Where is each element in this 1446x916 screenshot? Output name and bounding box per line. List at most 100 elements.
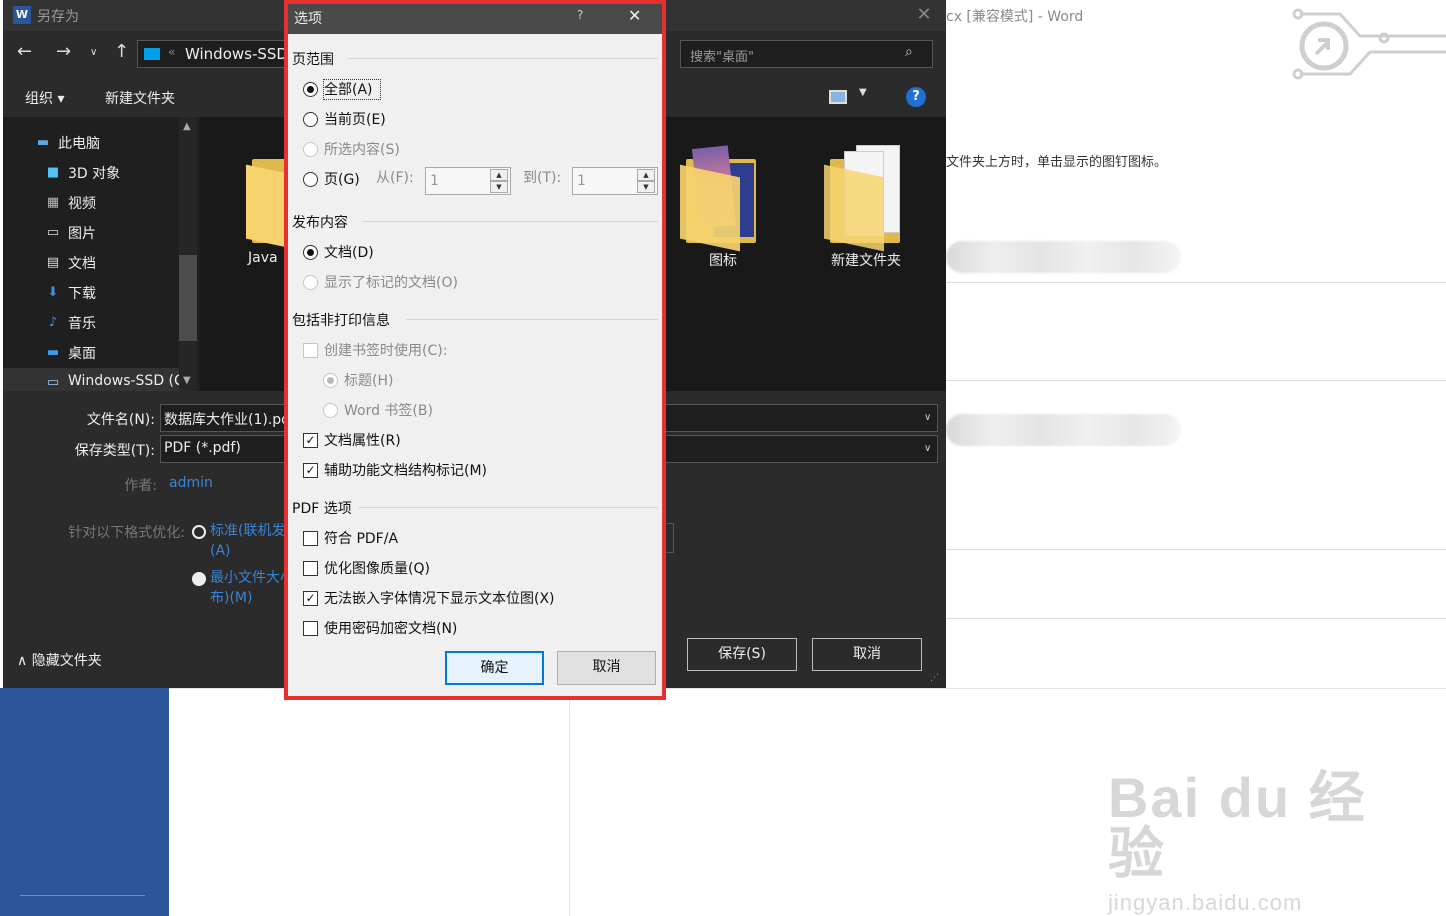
author-value[interactable]: admin bbox=[169, 475, 213, 491]
hide-folders-toggle[interactable]: ∧ 隐藏文件夹 bbox=[17, 650, 102, 670]
bookmarks-headings-radio[interactable] bbox=[323, 373, 338, 388]
encrypt-label[interactable]: 使用密码加密文档(N) bbox=[324, 620, 457, 638]
search-icon: ⌕ bbox=[905, 44, 913, 60]
page-range-pages-radio[interactable] bbox=[303, 172, 318, 187]
encrypt-checkbox[interactable] bbox=[303, 621, 318, 636]
new-folder-button[interactable]: 新建文件夹 bbox=[105, 88, 175, 108]
page-range-all-radio[interactable] bbox=[303, 82, 318, 97]
to-page-stepper[interactable]: 1 ▲ ▼ bbox=[572, 167, 658, 195]
nav-item-pictures[interactable]: ▭ 图片 bbox=[3, 218, 181, 248]
divider bbox=[946, 282, 1446, 283]
nav-item-downloads[interactable]: ⬇ 下载 bbox=[3, 278, 181, 308]
page-range-selection-label: 所选内容(S) bbox=[324, 142, 400, 158]
save-button[interactable]: 保存(S) bbox=[687, 638, 797, 671]
chevron-down-icon[interactable]: ∨ bbox=[924, 412, 931, 423]
spin-up-icon[interactable]: ▲ bbox=[490, 169, 508, 181]
nav-item-video[interactable]: ▦ 视频 bbox=[3, 188, 181, 218]
view-options-icon[interactable] bbox=[829, 90, 847, 104]
search-input[interactable]: 搜索"桌面" ⌕ bbox=[680, 40, 933, 68]
nav-item-label: 文档 bbox=[68, 256, 96, 272]
publish-what-heading: 发布内容 bbox=[292, 215, 348, 231]
page-range-selection-radio[interactable] bbox=[303, 142, 318, 157]
to-page-value: 1 bbox=[577, 173, 586, 189]
computer-icon bbox=[144, 48, 160, 60]
nav-item-documents[interactable]: ▤ 文档 bbox=[3, 248, 181, 278]
options-title: 选项 bbox=[294, 11, 322, 27]
doc-properties-label[interactable]: 文档属性(R) bbox=[324, 432, 401, 450]
folder-new[interactable] bbox=[822, 137, 912, 252]
spin-down-icon[interactable]: ▼ bbox=[490, 181, 508, 193]
organize-button[interactable]: 组织 ▾ bbox=[25, 88, 64, 108]
doc-properties-checkbox[interactable]: ✓ bbox=[303, 433, 318, 448]
spin-up-icon[interactable]: ▲ bbox=[637, 169, 655, 181]
word-app-icon: W bbox=[13, 6, 31, 24]
help-icon[interactable]: ? bbox=[577, 8, 583, 22]
close-icon[interactable]: ✕ bbox=[909, 2, 939, 28]
nav-item-label: 3D 对象 bbox=[68, 166, 121, 182]
up-arrow-icon[interactable]: ↑ bbox=[114, 41, 129, 62]
structure-tags-label[interactable]: 辅助功能文档结构标记(M) bbox=[324, 462, 487, 480]
from-page-stepper[interactable]: 1 ▲ ▼ bbox=[425, 167, 511, 195]
baidu-watermark: Bai du 经验 jingyan.baidu.com bbox=[1108, 770, 1368, 916]
chevron-down-icon[interactable]: ∨ bbox=[924, 443, 931, 454]
publish-document-label[interactable]: 文档(D) bbox=[324, 244, 374, 262]
navigation-pane: ▬ 此电脑 ■ 3D 对象 ▦ 视频 ▭ 图片 ▤ 文档 ⬇ 下载 ♪ 音乐 ▬ bbox=[3, 117, 200, 398]
resize-grip-icon[interactable]: ⋰ bbox=[930, 673, 939, 683]
bitmap-text-label[interactable]: 无法嵌入字体情况下显示文本位图(X) bbox=[324, 590, 555, 608]
nav-item-music[interactable]: ♪ 音乐 bbox=[3, 308, 181, 338]
optimize-image-label[interactable]: 优化图像质量(Q) bbox=[324, 560, 430, 578]
back-arrow-icon[interactable]: ← bbox=[17, 41, 32, 62]
divider bbox=[946, 618, 1446, 619]
chevron-down-icon[interactable]: ▼ bbox=[859, 87, 867, 98]
divider bbox=[946, 380, 1446, 381]
address-bar[interactable]: « Windows-SSD (C:) › bbox=[137, 40, 331, 68]
pdfa-label[interactable]: 符合 PDF/A bbox=[324, 530, 398, 548]
recent-locations-chevron-icon[interactable]: ∨ bbox=[90, 47, 97, 58]
close-icon[interactable]: ✕ bbox=[628, 6, 641, 25]
nav-item-desktop[interactable]: ▬ 桌面 bbox=[3, 338, 181, 368]
breadcrumb-overflow-icon[interactable]: « bbox=[168, 45, 175, 59]
folder-icons[interactable] bbox=[678, 137, 768, 252]
page-range-current-label[interactable]: 当前页(E) bbox=[324, 111, 386, 129]
bookmarks-word-radio[interactable] bbox=[323, 403, 338, 418]
optimize-standard-radio[interactable] bbox=[192, 525, 206, 539]
page-range-pages-label[interactable]: 页(G) bbox=[324, 171, 360, 189]
nav-item-3d-objects[interactable]: ■ 3D 对象 bbox=[3, 158, 181, 188]
nav-item-this-pc[interactable]: ▬ 此电脑 bbox=[3, 128, 181, 158]
scrollbar-thumb[interactable] bbox=[179, 255, 197, 341]
divider bbox=[348, 58, 658, 59]
document-icon: ▤ bbox=[46, 255, 60, 270]
scroll-up-icon[interactable]: ▲ bbox=[183, 121, 191, 132]
scroll-down-icon[interactable]: ▼ bbox=[183, 375, 191, 386]
blurred-content bbox=[946, 241, 1181, 273]
filetype-label: 保存类型(T): bbox=[74, 443, 155, 459]
music-icon: ♪ bbox=[48, 315, 58, 330]
nav-scrollbar[interactable]: ▲ ▼ bbox=[179, 117, 197, 391]
page-range-all-label[interactable]: 全部(A) bbox=[324, 81, 373, 99]
pdf-options-heading: PDF 选项 bbox=[292, 501, 352, 517]
bitmap-text-checkbox[interactable]: ✓ bbox=[303, 591, 318, 606]
drive-icon: ▭ bbox=[46, 375, 60, 390]
page-range-current-radio[interactable] bbox=[303, 112, 318, 127]
publish-markup-radio[interactable] bbox=[303, 275, 318, 290]
help-icon[interactable]: ? bbox=[906, 87, 926, 107]
cancel-button[interactable]: 取消 bbox=[812, 638, 922, 671]
optimize-image-checkbox[interactable] bbox=[303, 561, 318, 576]
create-bookmarks-checkbox[interactable] bbox=[303, 343, 318, 358]
optimize-minimum-radio[interactable] bbox=[192, 572, 206, 586]
cancel-button[interactable]: 取消 bbox=[557, 651, 656, 685]
options-titlebar: 选项 ? ✕ bbox=[288, 4, 662, 34]
bookmarks-headings-label: 标题(H) bbox=[344, 373, 394, 389]
ok-button[interactable]: 确定 bbox=[445, 651, 544, 685]
structure-tags-checkbox[interactable]: ✓ bbox=[303, 463, 318, 478]
publish-markup-label: 显示了标记的文档(O) bbox=[324, 275, 458, 291]
nav-item-label: 桌面 bbox=[68, 346, 96, 362]
folder-label: 图标 bbox=[709, 253, 737, 269]
from-page-value: 1 bbox=[430, 173, 439, 189]
picture-icon: ▭ bbox=[46, 225, 60, 240]
forward-arrow-icon[interactable]: → bbox=[56, 41, 71, 62]
video-icon: ▦ bbox=[46, 195, 60, 210]
publish-document-radio[interactable] bbox=[303, 245, 318, 260]
spin-down-icon[interactable]: ▼ bbox=[637, 181, 655, 193]
pdfa-checkbox[interactable] bbox=[303, 531, 318, 546]
